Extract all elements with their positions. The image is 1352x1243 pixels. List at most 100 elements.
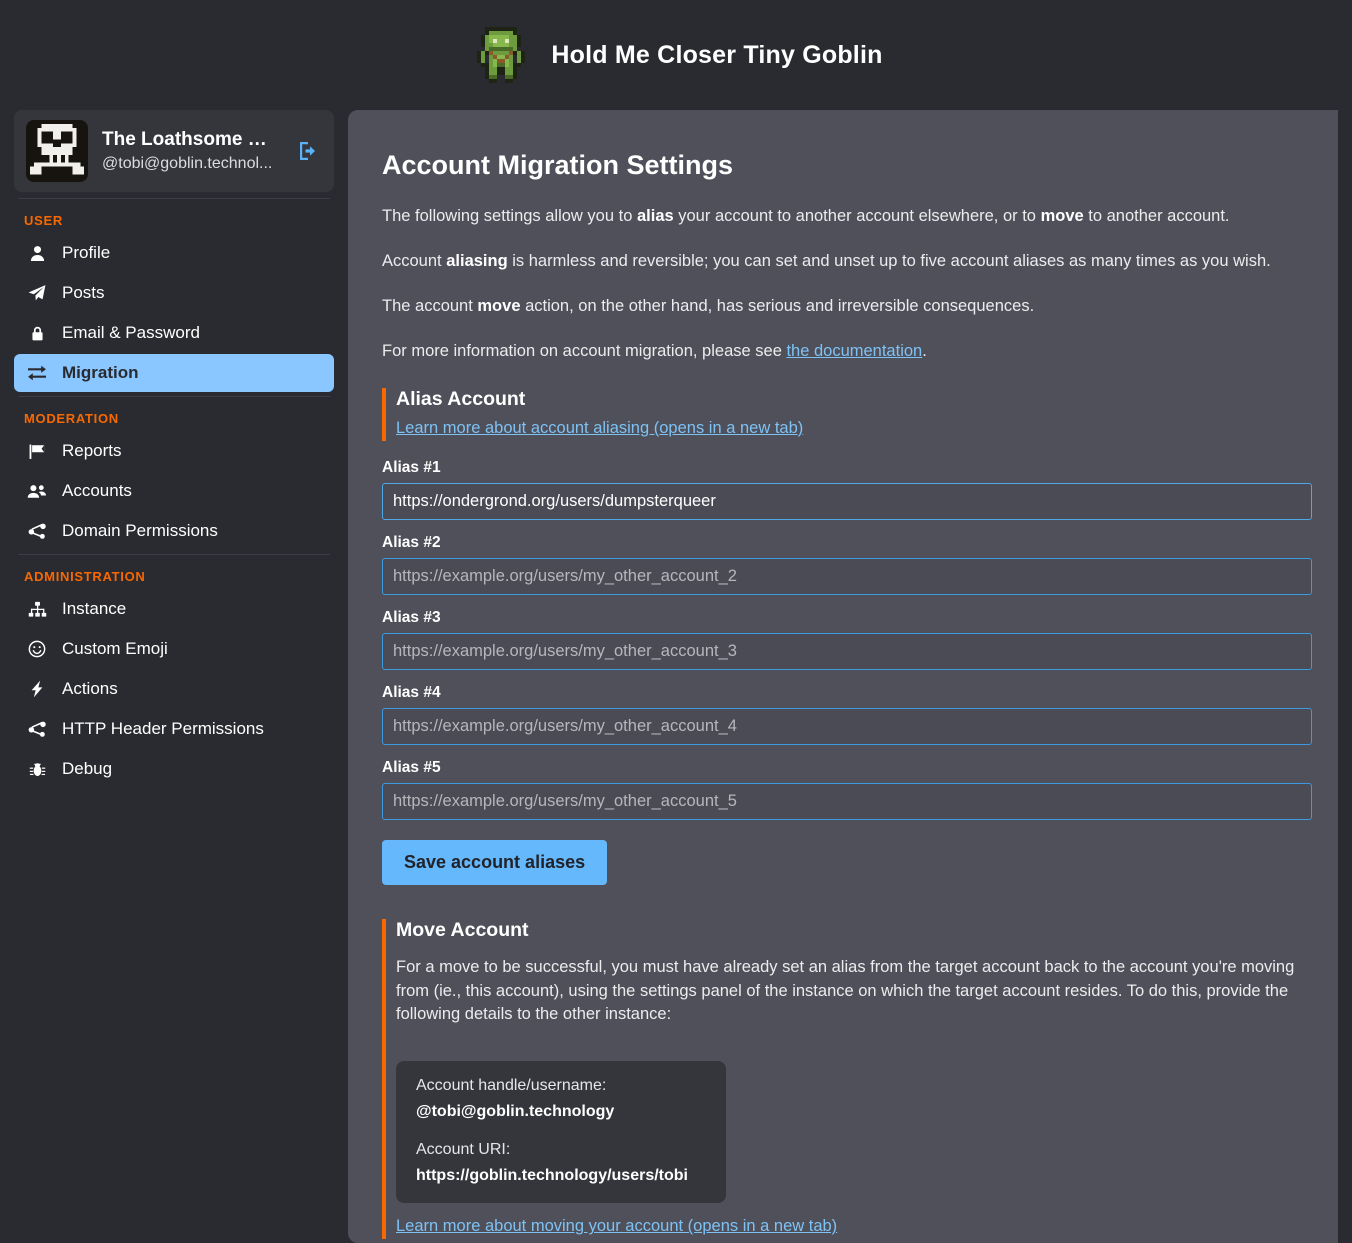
move-section-description: For a move to be successful, you must ha… — [396, 956, 1312, 1028]
account-card[interactable]: The Loathsome B... @tobi@goblin.technol.… — [14, 110, 334, 192]
users-icon — [26, 483, 48, 500]
intro-p1-move: move — [1041, 207, 1084, 225]
sidebar-item-accounts[interactable]: Accounts — [14, 472, 334, 510]
alias-section-title: Alias Account — [396, 388, 1312, 411]
share-nodes-icon — [26, 523, 48, 540]
alias-input-4[interactable] — [382, 708, 1312, 745]
nav-divider — [18, 554, 330, 555]
uri-label: Account URI: — [416, 1141, 706, 1159]
intro-paragraph-3: The account move action, on the other ha… — [382, 295, 1312, 319]
move-account-section: Move Account For a move to be successful… — [382, 919, 1312, 1240]
handle-label: Account handle/username: — [416, 1077, 706, 1095]
share-nodes-icon — [26, 721, 48, 738]
intro-p3-move: move — [477, 297, 520, 315]
alias-learn-more-link[interactable]: Learn more about account aliasing (opens… — [396, 419, 803, 437]
intro-p1-e: to another account. — [1084, 207, 1230, 225]
sidebar-item-actions[interactable]: Actions — [14, 670, 334, 708]
move-learn-more-wrapper: Learn more about moving your account (op… — [396, 1215, 1312, 1239]
intro-p4-a: For more information on account migratio… — [382, 342, 786, 360]
lock-icon — [26, 325, 48, 342]
sidebar-item-label: Profile — [62, 243, 110, 263]
nav-divider — [18, 396, 330, 397]
account-display-name: The Loathsome B... — [102, 127, 276, 153]
alias-label-1: Alias #1 — [382, 459, 1312, 477]
sidebar-item-email-password[interactable]: Email & Password — [14, 314, 334, 352]
intro-p4-b: . — [922, 342, 927, 360]
flag-icon — [26, 443, 48, 460]
sidebar-item-label: Instance — [62, 599, 126, 619]
sidebar-item-debug[interactable]: Debug — [14, 750, 334, 788]
smiley-icon — [26, 640, 48, 658]
intro-p1-alias: alias — [637, 207, 674, 225]
sidebar-item-migration[interactable]: Migration — [14, 354, 334, 392]
alias-fields-form: Alias #1 Alias #2 Alias #3 Alias #4 Alias #5 — [382, 459, 1312, 820]
account-handle: @tobi@goblin.technol... — [102, 153, 276, 175]
sidebar-item-label: Reports — [62, 441, 122, 461]
intro-p2-a: Account — [382, 252, 446, 270]
site-title: Hold Me Closer Tiny Goblin — [551, 41, 882, 70]
intro-p3-c: action, on the other hand, has serious a… — [521, 297, 1035, 315]
bolt-icon — [26, 680, 48, 698]
sidebar: The Loathsome B... @tobi@goblin.technol.… — [0, 110, 348, 790]
sidebar-item-label: Debug — [62, 759, 112, 779]
user-icon — [26, 245, 48, 262]
sidebar-item-posts[interactable]: Posts — [14, 274, 334, 312]
sidebar-item-reports[interactable]: Reports — [14, 432, 334, 470]
save-account-aliases-button[interactable]: Save account aliases — [382, 840, 607, 885]
page-title: Account Migration Settings — [382, 150, 1312, 181]
alias-account-section: Alias Account Learn more about account a… — [382, 388, 1312, 441]
sidebar-item-label: Accounts — [62, 481, 132, 501]
sidebar-item-label: Email & Password — [62, 323, 200, 343]
sidebar-item-label: Domain Permissions — [62, 521, 218, 541]
move-section-title: Move Account — [396, 919, 1312, 942]
sidebar-item-label: Migration — [62, 363, 139, 383]
move-learn-more-link[interactable]: Learn more about moving your account (op… — [396, 1217, 837, 1235]
sidebar-item-http-header-permissions[interactable]: HTTP Header Permissions — [14, 710, 334, 748]
nav-divider — [18, 198, 330, 199]
move-details-box: Account handle/username: @tobi@goblin.te… — [396, 1061, 726, 1203]
sidebar-item-label: Custom Emoji — [62, 639, 168, 659]
intro-paragraph-2: Account aliasing is harmless and reversi… — [382, 250, 1312, 274]
alias-label-5: Alias #5 — [382, 759, 1312, 777]
sidebar-item-custom-emoji[interactable]: Custom Emoji — [14, 630, 334, 668]
alias-input-2[interactable] — [382, 558, 1312, 595]
alias-label-2: Alias #2 — [382, 534, 1312, 552]
intro-p2-aliasing: aliasing — [446, 252, 507, 270]
exchange-arrows-icon — [26, 364, 48, 382]
sidebar-item-label: Actions — [62, 679, 118, 699]
alias-input-3[interactable] — [382, 633, 1312, 670]
nav-section-label-user: USER — [14, 201, 334, 234]
account-text: The Loathsome B... @tobi@goblin.technol.… — [102, 127, 276, 175]
page-layout: The Loathsome B... @tobi@goblin.technol.… — [0, 110, 1352, 1243]
alias-learn-more-wrapper: Learn more about account aliasing (opens… — [396, 417, 1312, 441]
bug-icon — [26, 761, 48, 778]
goblin-pixel-logo-icon — [469, 23, 533, 87]
intro-paragraph-4: For more information on account migratio… — [382, 340, 1312, 364]
intro-p1-a: The following settings allow you to — [382, 207, 637, 225]
alias-input-1[interactable] — [382, 483, 1312, 520]
sidebar-nav: USER Profile Posts Email & Password Migratio… — [14, 198, 334, 788]
site-header: Hold Me Closer Tiny Goblin — [0, 0, 1352, 110]
sidebar-item-label: Posts — [62, 283, 105, 303]
paper-plane-icon — [26, 284, 48, 302]
skull-avatar-icon[interactable] — [26, 120, 88, 182]
sidebar-item-instance[interactable]: Instance — [14, 590, 334, 628]
handle-value: @tobi@goblin.technology — [416, 1103, 706, 1121]
main-panel: Account Migration Settings The following… — [348, 110, 1338, 1243]
nav-section-label-moderation: MODERATION — [14, 399, 334, 432]
sidebar-item-domain-permissions[interactable]: Domain Permissions — [14, 512, 334, 550]
uri-value: https://goblin.technology/users/tobi — [416, 1167, 706, 1185]
intro-p1-c: your account to another account elsewher… — [674, 207, 1041, 225]
sidebar-item-label: HTTP Header Permissions — [62, 719, 264, 739]
intro-p3-a: The account — [382, 297, 477, 315]
alias-label-3: Alias #3 — [382, 609, 1312, 627]
sign-out-icon[interactable] — [290, 135, 322, 167]
documentation-link[interactable]: the documentation — [786, 342, 922, 360]
sitemap-icon — [26, 601, 48, 618]
intro-p2-c: is harmless and reversible; you can set … — [508, 252, 1271, 270]
alias-input-5[interactable] — [382, 783, 1312, 820]
alias-label-4: Alias #4 — [382, 684, 1312, 702]
nav-section-label-administration: ADMINISTRATION — [14, 557, 334, 590]
sidebar-item-profile[interactable]: Profile — [14, 234, 334, 272]
intro-paragraph-1: The following settings allow you to alia… — [382, 205, 1312, 229]
